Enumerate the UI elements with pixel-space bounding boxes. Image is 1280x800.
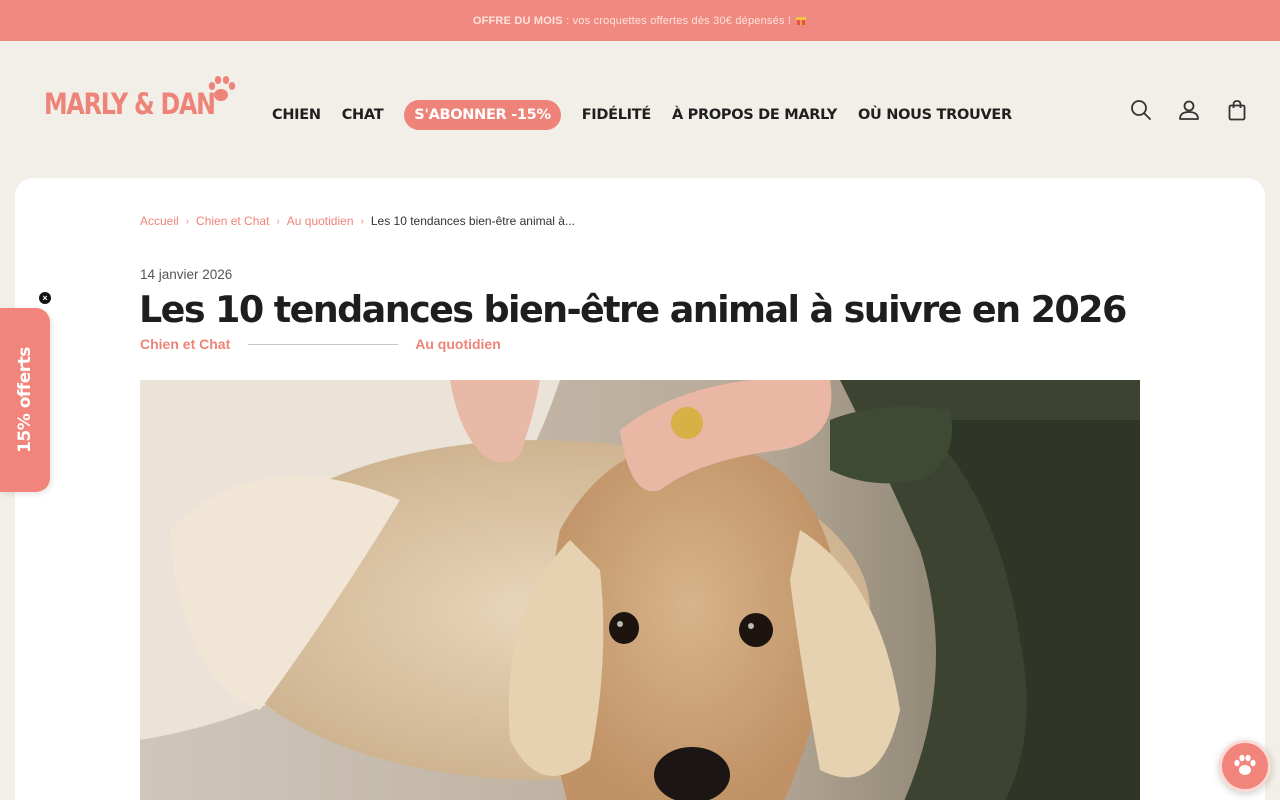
site-header: MARLY & DAN CHIEN CHAT S'ABONNER -15% FI… (0, 41, 1280, 178)
nav-item-fidelite[interactable]: FIDÉLITÉ (582, 107, 652, 123)
header-icons (1130, 99, 1248, 121)
loyalty-widget-button[interactable] (1219, 740, 1271, 792)
logo[interactable]: MARLY & DAN (44, 73, 239, 133)
discount-side-tab[interactable]: 15% offerts (0, 308, 50, 492)
account-icon[interactable] (1178, 99, 1200, 121)
article-date: 14 janvier 2026 (140, 267, 233, 282)
discount-label: 15% offerts (15, 347, 35, 453)
breadcrumb-separator: › (360, 215, 364, 227)
nav-item-subscribe[interactable]: S'ABONNER -15% (404, 100, 561, 130)
dog-photo (140, 380, 1140, 800)
nav-item-about[interactable]: À PROPOS DE MARLY (672, 107, 837, 123)
cart-icon[interactable] (1226, 99, 1248, 121)
close-icon[interactable]: × (39, 292, 51, 304)
announcement-bar: OFFRE DU MOIS : vos croquettes offertes … (0, 0, 1280, 41)
article-title: Les 10 tendances bien-être animal à suiv… (139, 288, 1127, 331)
announcement-text: OFFRE DU MOIS : vos croquettes offertes … (473, 14, 807, 27)
breadcrumb-current: Les 10 tendances bien-être animal à... (370, 214, 575, 228)
breadcrumb-home[interactable]: Accueil (140, 214, 179, 228)
nav-item-chat[interactable]: CHAT (342, 107, 384, 123)
breadcrumb-subcategory[interactable]: Au quotidien (287, 214, 354, 228)
paw-chat-icon (1234, 754, 1256, 775)
article-card: Accueil › Chien et Chat › Au quotidien ›… (15, 178, 1265, 800)
article-categories: Chien et Chat Au quotidien (140, 336, 501, 352)
divider (248, 343, 399, 345)
nav-item-stores[interactable]: OÙ NOUS TROUVER (858, 107, 1012, 123)
category-link-chien-chat[interactable]: Chien et Chat (140, 336, 230, 352)
breadcrumb-separator: › (185, 215, 190, 227)
breadcrumb: Accueil › Chien et Chat › Au quotidien ›… (140, 214, 575, 228)
breadcrumb-category[interactable]: Chien et Chat (196, 214, 269, 228)
breadcrumb-separator: › (276, 215, 280, 227)
hero-image (140, 380, 1140, 800)
main-nav: CHIEN CHAT S'ABONNER -15% FIDÉLITÉ À PRO… (272, 99, 1033, 131)
gift-icon (796, 17, 807, 25)
logo-text: MARLY & DAN (44, 87, 216, 121)
paw-icon (208, 76, 236, 101)
search-icon[interactable] (1130, 99, 1152, 121)
category-link-quotidien[interactable]: Au quotidien (415, 336, 501, 352)
nav-item-chien[interactable]: CHIEN (272, 107, 321, 123)
